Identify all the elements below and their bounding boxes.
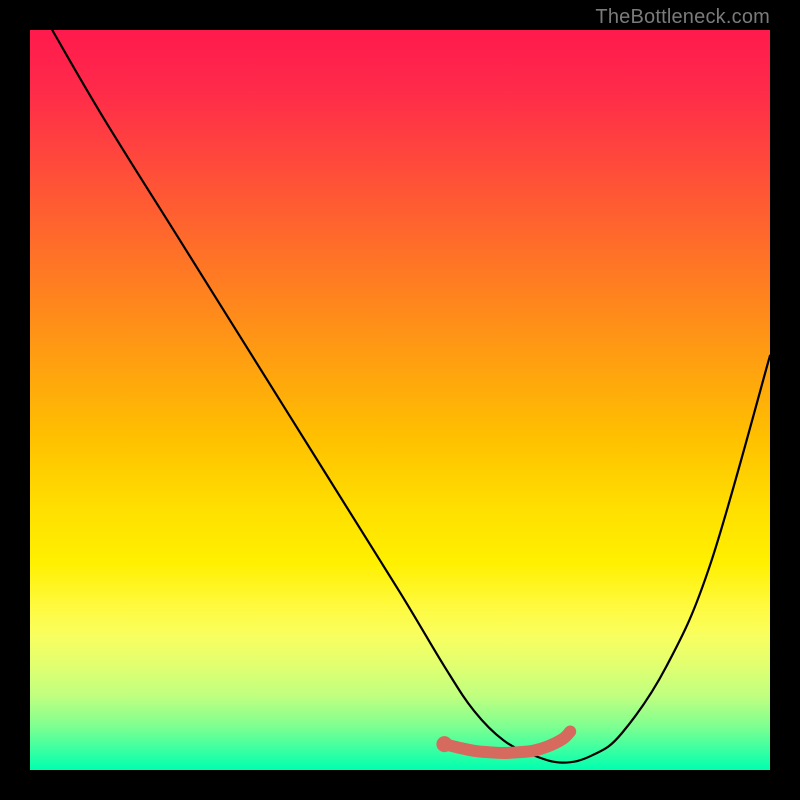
- chart-svg: [30, 30, 770, 770]
- highlight-marker-start: [436, 736, 452, 752]
- attribution-text: TheBottleneck.com: [595, 6, 770, 29]
- chart-container: TheBottleneck.com: [0, 0, 800, 800]
- plot-area: [30, 30, 770, 770]
- bottleneck-curve: [52, 30, 770, 763]
